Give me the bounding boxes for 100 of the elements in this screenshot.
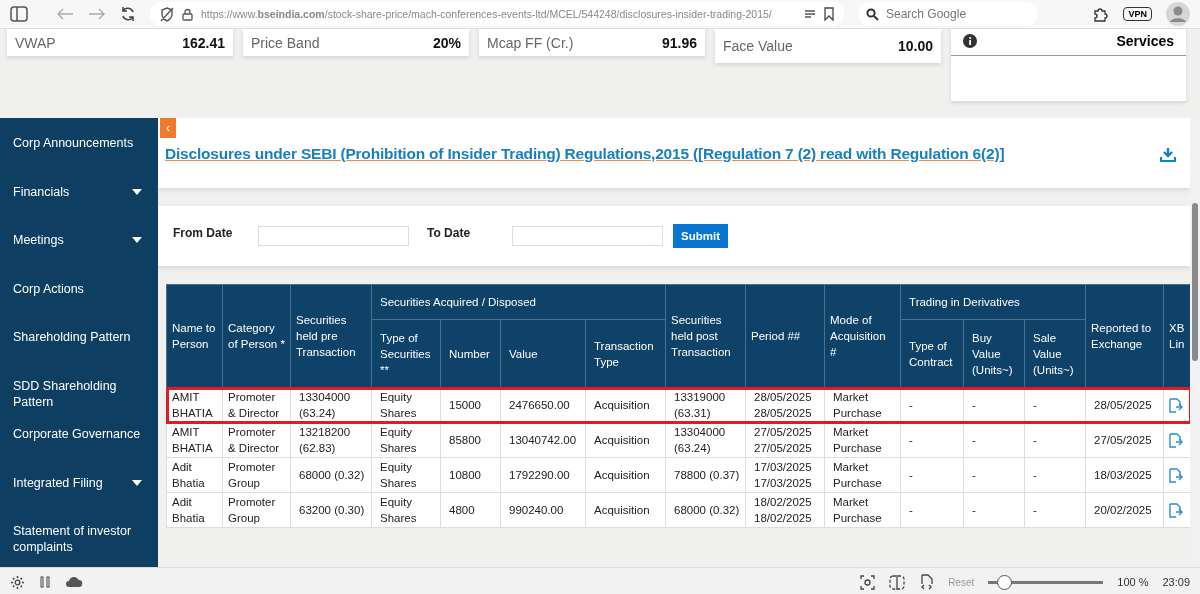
table-cell: Market Purchase [824,492,901,528]
stat-label: VWAP [15,34,56,51]
sidebar-item[interactable]: Corporate Governance [0,421,158,470]
column-header: Securities held pre Transaction [290,284,372,388]
table-cell: 13040742.00 [500,422,586,458]
table-cell: 1792290.00 [500,457,586,493]
column-header: Period ## [745,284,825,388]
table-cell: - [900,422,964,458]
caret-icon [132,479,142,486]
submit-button[interactable]: Submit [673,224,728,248]
address-bar[interactable]: https://www.bseindia.com/stock-share-price/mach-conferences-events-ltd/MCEL/544248/disclosures-insider-trading-2015/ [150,2,844,26]
table-cell: AMIT BHATIA [166,422,223,458]
from-date-label: From Date [173,226,234,240]
info-icon[interactable] [963,34,977,48]
table-cell: Equity Shares [371,457,441,493]
table-cell: 13304000 (63.24) [665,422,746,458]
table-cell: 4800 [440,492,501,528]
column-group-header: Trading in Derivatives [900,284,1086,320]
split-view-icon[interactable] [889,574,906,590]
sidebar-item[interactable]: Corp Announcements [0,130,158,179]
table-cell: 78800 (0.37) [665,457,746,493]
sidebar-item[interactable]: Meetings [0,227,158,276]
table-cell: 68000 (0.32) [665,492,746,528]
table-cell: 17/03/2025 17/03/2025 [745,457,825,493]
gear-icon[interactable] [10,574,25,590]
table-cell: - [900,492,964,528]
clock-time: 23:09 [1162,576,1190,588]
bookmark-icon[interactable] [824,7,834,21]
column-group-header: Securities Acquired / Disposed [371,284,666,320]
caret-icon [132,188,142,195]
table-cell: - [1024,457,1086,493]
sidebar-item[interactable]: Financials [0,178,158,227]
column-header: Value [500,319,586,388]
table-cell: Market Purchase [824,422,901,458]
download-icon[interactable] [1160,146,1176,162]
reload-icon[interactable] [120,6,136,22]
caret-icon [132,237,142,243]
sidebar-toggle-icon[interactable] [10,6,28,22]
table-cell: Acquisition [585,422,666,458]
table-cell: - [1024,422,1086,458]
reader-icon[interactable] [804,9,816,19]
screenshot-icon[interactable] [860,574,876,590]
url-text[interactable]: https://www.bseindia.com/stock-share-price/mach-conferences-events-ltd/MCEL/544248/disclosures-insider-trading-2015/ [201,8,796,20]
lock-icon [182,7,193,21]
zoom-percent: 100 % [1117,576,1149,588]
document-link-icon[interactable] [1168,432,1184,448]
table-cell: 63200 (0.30) [290,492,372,528]
table-cell: 10800 [440,457,501,493]
avatar-icon[interactable] [1166,2,1190,26]
disclosures-title-link[interactable]: Disclosures under SEBI (Prohibition of Insider Trading) Regulations,2015 ([Regulation 7 (2) read with Regulation 6(2)] [165,145,1005,163]
column-header: Reported to Exchange [1085,284,1164,388]
table-cell: Adit Bhatia [166,457,223,493]
shield-off-icon[interactable] [160,6,174,22]
page-code-icon[interactable] [919,574,935,590]
vpn-button[interactable]: VPN [1123,7,1152,21]
to-date-label: To Date [427,226,472,240]
document-link-icon[interactable] [1168,467,1184,483]
stat-value: 91.96 [661,34,697,51]
sidebar-item[interactable]: Statement of investor complaints [0,518,158,567]
table-cell: - [1024,492,1086,528]
table-cell: - [963,422,1025,458]
table-cell: Equity Shares [371,422,441,458]
puzzle-icon[interactable] [1092,5,1110,23]
stat-label: Price Band [251,34,320,51]
table-cell: Promoter & Director [222,422,291,458]
column-header: Securities held post Transaction [665,284,746,388]
stat-value: 20% [432,34,461,51]
document-link-icon[interactable] [1168,397,1184,413]
sidebar-item[interactable]: Shareholding Pattern [0,324,158,373]
sidebar-item[interactable]: SDD Shareholding Pattern [0,372,158,421]
column-header: Sale Value (Units~) [1024,319,1086,388]
stat-value: 10.00 [897,38,933,54]
table-cell: - [963,492,1025,528]
column-header: Mode of Acquisition # [824,284,901,388]
sidebar-item[interactable]: Corp Actions [0,275,158,324]
table-cell: Acquisition [585,457,666,493]
from-date-field[interactable] [258,226,409,246]
sidebar-item[interactable]: Integrated Filing [0,469,158,518]
search-icon [866,8,880,21]
table-cell: 27/05/2025 [1085,422,1164,458]
table-cell: 990240.00 [500,492,586,528]
table-cell: Adit Bhatia [166,492,223,528]
table-cell: 13218200 (62.83) [290,422,372,458]
document-link-icon[interactable] [1168,502,1184,518]
column-header: Name to Person [166,284,223,388]
column-header: XB Lin [1163,284,1190,388]
table-cell: 18/02/2025 18/02/2025 [745,492,825,528]
to-date-field[interactable] [512,226,663,246]
pause-icon[interactable] [39,576,51,588]
table-cell: 18/03/2025 [1085,457,1164,493]
column-header: Number [440,319,501,388]
stat-value: 162.41 [182,34,225,51]
column-header: Type of Securities ** [371,319,441,388]
cloud-icon[interactable] [65,576,83,588]
table-cell: 85800 [440,422,501,458]
table-cell: - [963,457,1025,493]
search-field[interactable]: Search Google [858,2,1038,26]
stat-label: Face Value [723,38,793,54]
table-cell: Promoter Group [222,492,291,528]
column-header: Type of Contract [900,319,964,388]
